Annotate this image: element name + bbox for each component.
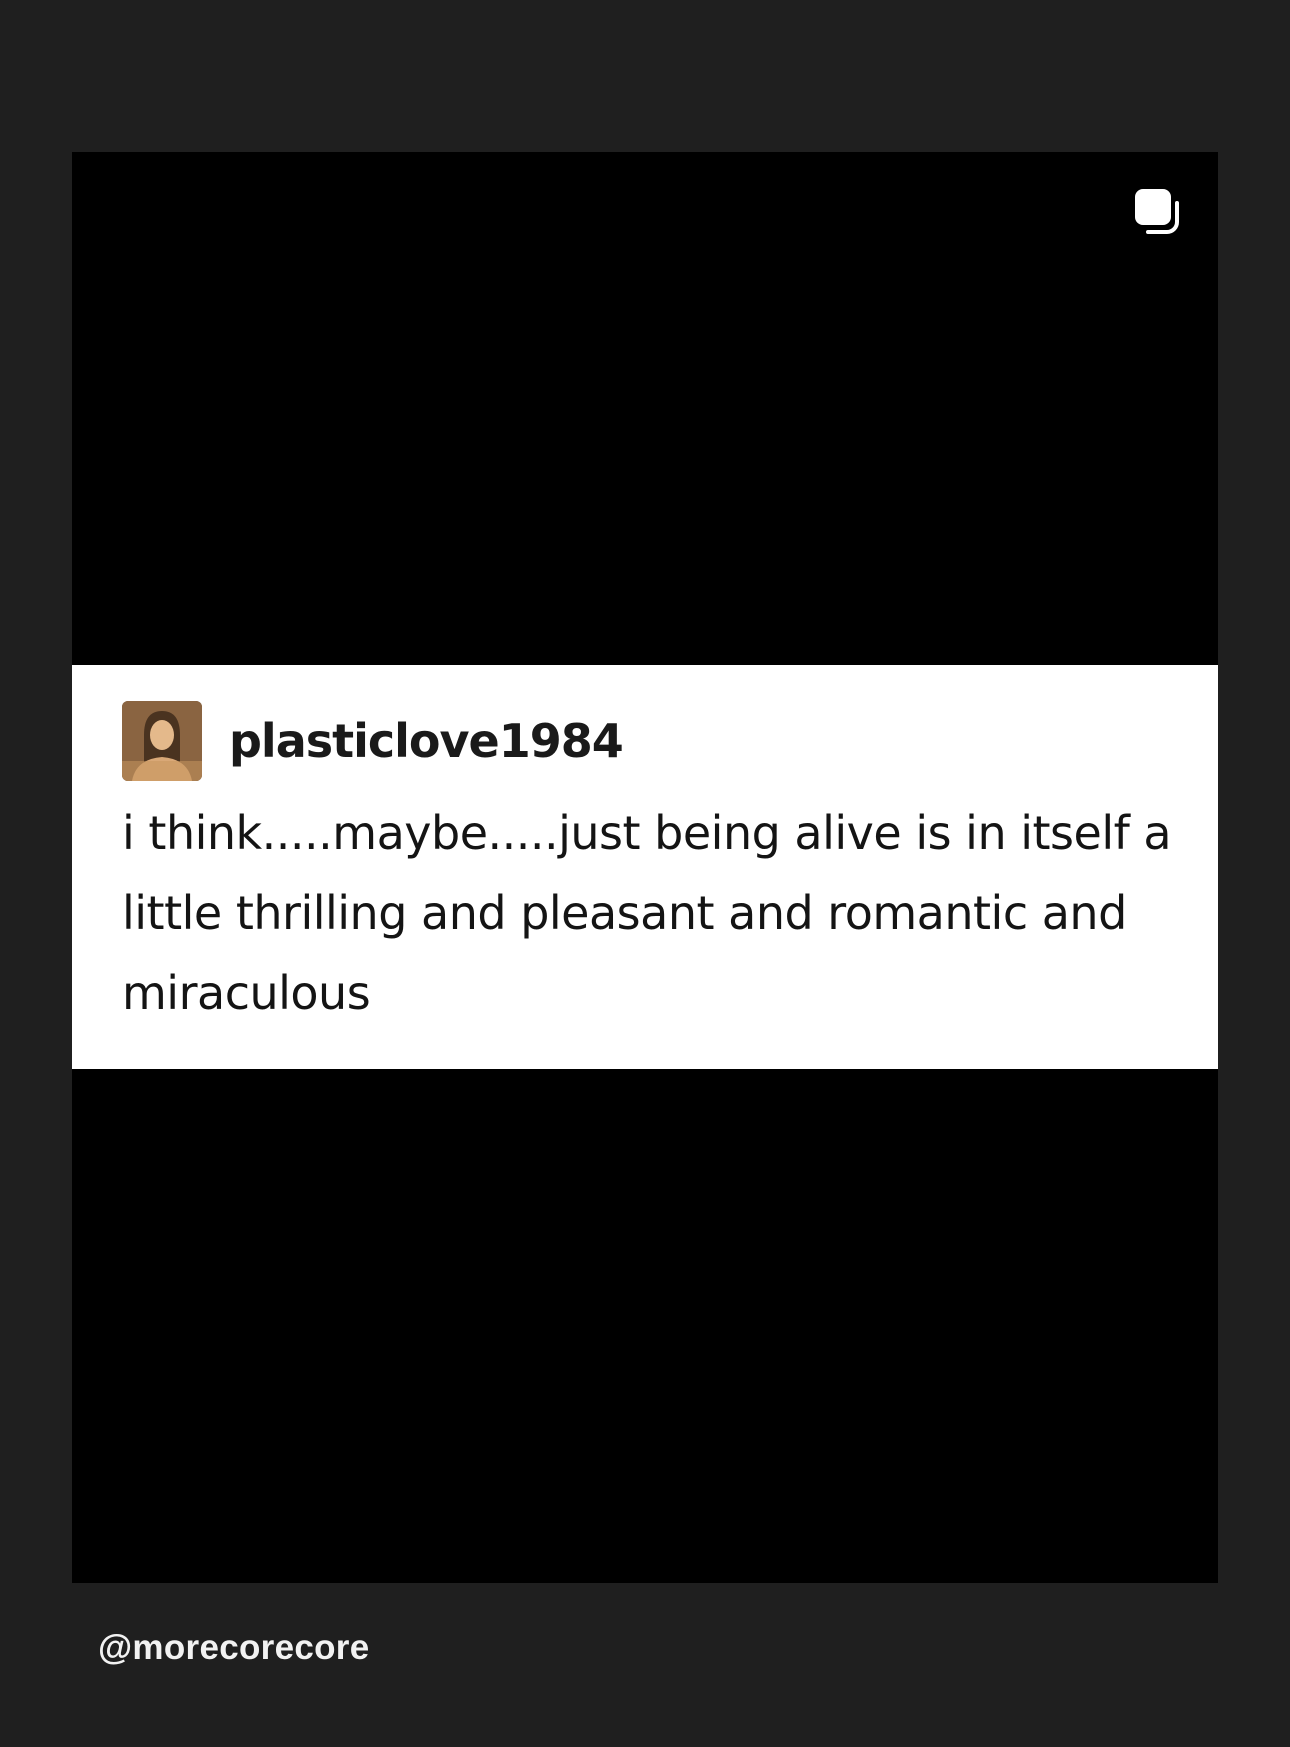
post-image[interactable]: plasticlove1984 i think.....maybe.....ju… (72, 152, 1218, 1583)
post-header: plasticlove1984 (122, 700, 624, 782)
post-text: i think.....maybe.....just being alive i… (122, 806, 1172, 1020)
username[interactable]: plasticlove1984 (229, 714, 624, 768)
avatar[interactable] (122, 701, 202, 781)
account-handle[interactable]: @morecorecore (98, 1628, 369, 1668)
carousel-stack-icon[interactable] (1132, 186, 1182, 236)
quoted-post-card: plasticlove1984 i think.....maybe.....ju… (72, 665, 1218, 1069)
